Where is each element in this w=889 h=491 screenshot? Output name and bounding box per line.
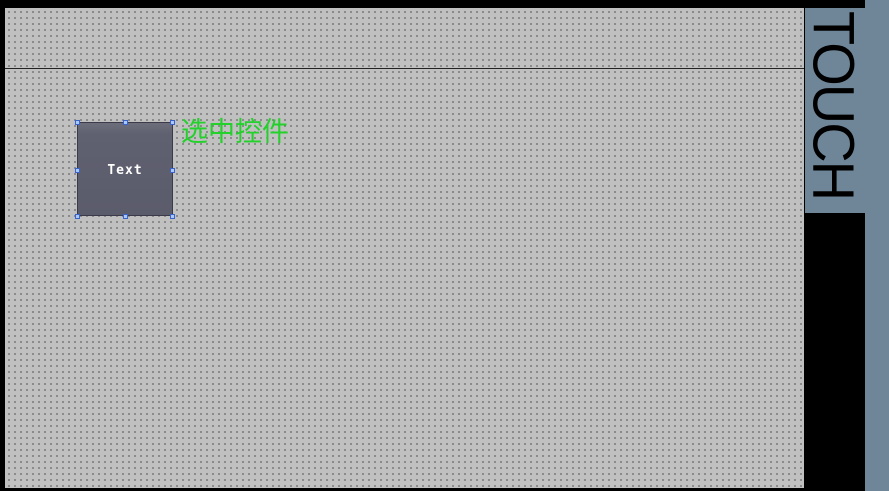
resize-handle-bottom-left[interactable] <box>75 214 80 219</box>
resize-handle-top-right[interactable] <box>170 120 175 125</box>
touch-brand-panel: TOUCH <box>805 8 865 213</box>
resize-handle-bottom-center[interactable] <box>123 214 128 219</box>
touch-brand-text: TOUCH <box>805 11 865 200</box>
resize-handle-middle-right[interactable] <box>170 168 175 173</box>
selected-control-annotation: 选中控件 <box>181 117 289 148</box>
text-widget[interactable]: Text <box>75 120 175 219</box>
side-strip <box>865 0 889 491</box>
guide-line[interactable] <box>5 68 804 69</box>
design-canvas[interactable]: Text 选中控件 <box>5 8 804 488</box>
text-widget-label: Text <box>107 163 143 178</box>
resize-handle-middle-left[interactable] <box>75 168 80 173</box>
resize-handle-top-center[interactable] <box>123 120 128 125</box>
resize-handle-bottom-right[interactable] <box>170 214 175 219</box>
top-border <box>0 0 889 8</box>
resize-handle-top-left[interactable] <box>75 120 80 125</box>
